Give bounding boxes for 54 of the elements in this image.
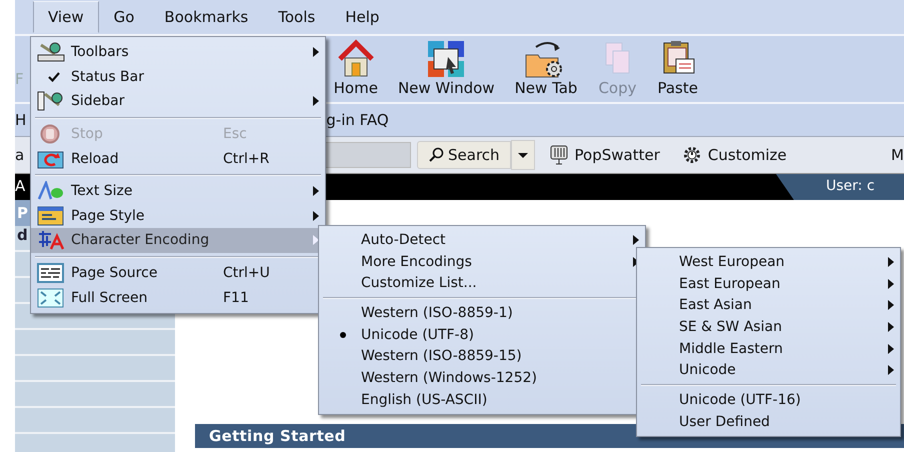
submenu-arrow-icon xyxy=(888,256,894,267)
menu-item[interactable]: Unicode xyxy=(637,359,900,382)
toolbar-label: F xyxy=(15,69,24,88)
submenu-arrow-icon xyxy=(888,278,894,289)
user-label: User: c xyxy=(776,174,904,200)
text-size-icon xyxy=(37,181,65,202)
toolbar-button[interactable]: Customize xyxy=(674,145,795,165)
submenu-arrow-icon xyxy=(888,300,894,310)
submenu-arrow-icon xyxy=(888,322,894,332)
submenu-arrow-icon xyxy=(313,186,319,196)
menu-item[interactable]: East Asian xyxy=(637,294,900,316)
submenu-arrow-icon xyxy=(888,365,894,376)
tools-icon xyxy=(37,42,65,62)
toolbar-button[interactable]: PopSwatter xyxy=(540,145,668,165)
menu[interactable]: Help xyxy=(330,1,394,33)
encoding-icon xyxy=(37,230,65,250)
windows-icon xyxy=(426,39,466,79)
menu-item[interactable]: Sidebar xyxy=(31,89,325,114)
bookmark-label: H xyxy=(15,111,26,129)
toolbar-button[interactable]: Paste xyxy=(647,39,708,99)
page-style-icon xyxy=(37,206,65,226)
swatter-icon xyxy=(548,145,569,165)
full-screen-icon xyxy=(37,288,65,308)
bookmark-link[interactable]: g-in FAQ xyxy=(326,111,389,129)
menu[interactable]: Tools xyxy=(263,1,330,33)
house-icon xyxy=(336,39,376,79)
menu-item[interactable]: West European xyxy=(637,251,900,273)
menu-item[interactable]: East European xyxy=(637,272,900,294)
dropdown-button[interactable] xyxy=(510,140,535,170)
toolbar-label: a xyxy=(15,146,24,164)
page-source-icon xyxy=(37,263,65,284)
check-icon xyxy=(48,72,60,82)
submenu-arrow-icon xyxy=(888,344,894,354)
submenu-arrow-icon xyxy=(313,96,319,106)
menu-item[interactable]: Status Bar xyxy=(31,64,325,90)
menu-item[interactable]: SE & SW Asian xyxy=(637,316,900,338)
menu-item[interactable]: Unicode (UTF-16) xyxy=(637,389,900,411)
menu-item[interactable]: Toolbars xyxy=(31,40,325,65)
menu[interactable]: Go xyxy=(98,1,150,33)
reload-folder-icon xyxy=(37,148,65,169)
submenu-arrow-icon xyxy=(313,47,319,58)
menu-item[interactable]: Middle Eastern xyxy=(637,338,900,360)
menu[interactable]: Bookmarks xyxy=(149,1,264,33)
toolbar-label: M xyxy=(891,146,904,164)
toolbar-button[interactable]: New Window xyxy=(388,39,505,99)
search-button[interactable]: Search xyxy=(417,141,511,169)
sidebar-tools-icon xyxy=(37,91,65,112)
toolbar-button[interactable]: New Tab xyxy=(504,39,588,99)
banner-text: A xyxy=(15,176,26,197)
search-icon xyxy=(428,147,444,163)
menu-item[interactable]: Reload Ctrl+R xyxy=(31,146,325,171)
menu[interactable]: View xyxy=(33,1,99,33)
gear-icon xyxy=(682,145,702,165)
radio-dot-icon xyxy=(340,332,346,338)
